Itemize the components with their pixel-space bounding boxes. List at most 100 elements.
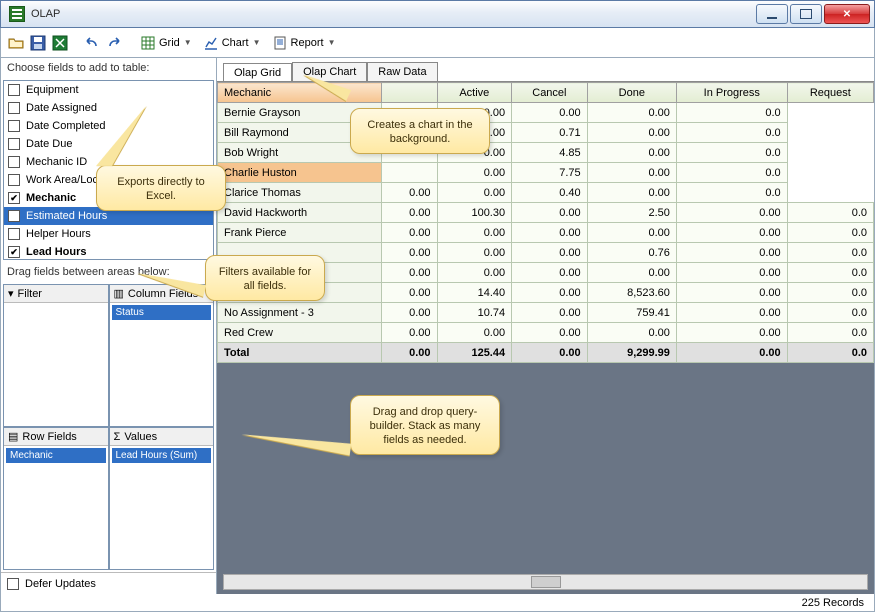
field-list-item[interactable]: Lead Hours (4, 243, 213, 260)
undo-icon[interactable] (83, 34, 101, 52)
table-row[interactable]: No Assignment - 30.0010.740.00759.410.00… (218, 303, 874, 323)
data-cell[interactable]: 0.0 (787, 223, 873, 243)
report-dropdown[interactable]: Report▼ (269, 34, 340, 52)
area-field-pill[interactable]: Lead Hours (Sum) (112, 448, 212, 463)
field-checkbox[interactable] (8, 84, 20, 96)
data-cell[interactable]: 0.00 (676, 323, 787, 343)
data-cell[interactable]: 0.00 (382, 263, 437, 283)
grid-dropdown[interactable]: Grid▼ (137, 34, 196, 52)
column-fields-area[interactable]: ▥Column Fields Status (109, 284, 215, 427)
data-cell[interactable]: 0.00 (676, 263, 787, 283)
open-icon[interactable] (7, 34, 25, 52)
data-cell[interactable]: 0.00 (437, 183, 512, 203)
column-header-cell[interactable] (382, 83, 437, 103)
field-checkbox[interactable] (8, 174, 20, 186)
table-row[interactable]: Bob Wright0.004.850.000.0 (218, 143, 874, 163)
table-row[interactable]: Clarice Thomas0.000.000.400.000.0 (218, 183, 874, 203)
chart-dropdown[interactable]: Chart▼ (200, 34, 265, 52)
table-row[interactable]: Bill Raymond0.000.710.000.0 (218, 123, 874, 143)
data-cell[interactable]: 0.00 (512, 263, 588, 283)
maximize-button[interactable] (790, 4, 822, 24)
data-cell[interactable]: 0.0 (676, 143, 787, 163)
field-checkbox[interactable] (8, 120, 20, 132)
table-row[interactable]: Charlie Huston0.007.750.000.0 (218, 163, 874, 183)
row-label-cell[interactable]: Clarice Thomas (218, 183, 382, 203)
field-checkbox[interactable] (8, 192, 20, 204)
data-cell[interactable]: 0.00 (587, 263, 676, 283)
data-cell[interactable]: 759.41 (587, 303, 676, 323)
data-cell[interactable]: 0.0 (676, 123, 787, 143)
data-cell[interactable]: 0.00 (382, 183, 437, 203)
data-cell[interactable]: 0.00 (382, 223, 437, 243)
data-cell[interactable]: 0.0 (676, 103, 787, 123)
data-cell[interactable]: 0.00 (512, 283, 588, 303)
data-cell[interactable]: 100.30 (437, 203, 512, 223)
data-cell[interactable]: 0.00 (382, 323, 437, 343)
defer-updates-row[interactable]: Defer Updates (1, 572, 216, 594)
table-row[interactable]: Bernie Grayson0.000.000.000.000.0 (218, 103, 874, 123)
data-cell[interactable]: 0.00 (437, 243, 512, 263)
column-header-cell[interactable]: Request (787, 83, 873, 103)
column-header-cell[interactable]: Active (437, 83, 512, 103)
titlebar[interactable]: OLAP (0, 0, 875, 28)
defer-updates-checkbox[interactable] (7, 578, 19, 590)
data-cell[interactable]: 0.00 (587, 183, 676, 203)
tab-olap-grid[interactable]: Olap Grid (223, 63, 292, 82)
filter-area[interactable]: ▾Filter (3, 284, 109, 427)
scrollbar-thumb[interactable] (531, 576, 561, 588)
data-cell[interactable]: 0.0 (787, 303, 873, 323)
data-cell[interactable]: 0.0 (787, 263, 873, 283)
data-cell[interactable] (382, 163, 437, 183)
data-cell[interactable]: 0.00 (512, 103, 588, 123)
data-cell[interactable]: 0.0 (676, 183, 787, 203)
data-cell[interactable]: 0.0 (676, 163, 787, 183)
data-cell[interactable]: 0.40 (512, 183, 588, 203)
row-label-cell[interactable]: No Assignment - 3 (218, 303, 382, 323)
field-checkbox[interactable] (8, 210, 20, 222)
data-cell[interactable]: 0.00 (587, 103, 676, 123)
data-cell[interactable]: 0.00 (512, 203, 588, 223)
values-area[interactable]: ΣValues Lead Hours (Sum) (109, 427, 215, 570)
data-cell[interactable]: 0.0 (787, 283, 873, 303)
data-cell[interactable]: 0.00 (437, 263, 512, 283)
data-cell[interactable]: 14.40 (437, 283, 512, 303)
row-fields-area[interactable]: ▤Row Fields Mechanic (3, 427, 109, 570)
row-label-cell[interactable]: Frank Pierce (218, 223, 382, 243)
data-cell[interactable]: 10.74 (437, 303, 512, 323)
row-label-cell[interactable]: Red Crew (218, 323, 382, 343)
row-label-cell[interactable]: Charlie Huston (218, 163, 382, 183)
field-checkbox[interactable] (8, 228, 20, 240)
table-row[interactable]: David Hackworth0.00100.300.002.500.000.0 (218, 203, 874, 223)
data-cell[interactable]: 0.00 (382, 283, 437, 303)
data-cell[interactable]: 7.75 (512, 163, 588, 183)
tab-raw-data[interactable]: Raw Data (367, 62, 437, 81)
data-cell[interactable]: 0.0 (787, 323, 873, 343)
field-list-item[interactable]: Helper Hours (4, 225, 213, 243)
data-cell[interactable]: 8,523.60 (587, 283, 676, 303)
area-field-pill[interactable]: Mechanic (6, 448, 106, 463)
minimize-button[interactable] (756, 4, 788, 24)
olap-grid[interactable]: MechanicActiveCancelDoneIn ProgressReque… (217, 82, 874, 363)
field-list-item[interactable]: Date Assigned (4, 99, 213, 117)
data-cell[interactable]: 0.0 (787, 243, 873, 263)
area-field-pill[interactable]: Status (112, 305, 212, 320)
data-cell[interactable]: 0.00 (437, 223, 512, 243)
data-cell[interactable]: 4.85 (512, 143, 588, 163)
data-cell[interactable]: 0.00 (512, 223, 588, 243)
data-cell[interactable]: 0.00 (676, 203, 787, 223)
field-checkbox[interactable] (8, 138, 20, 150)
data-cell[interactable]: 0.00 (382, 303, 437, 323)
data-cell[interactable]: 0.00 (676, 223, 787, 243)
row-label-cell[interactable]: David Hackworth (218, 203, 382, 223)
data-cell[interactable]: 0.00 (587, 223, 676, 243)
data-cell[interactable]: 0.00 (676, 283, 787, 303)
data-cell[interactable]: 0.00 (587, 323, 676, 343)
data-cell[interactable]: 0.00 (512, 303, 588, 323)
field-list-item[interactable]: Date Completed (4, 117, 213, 135)
data-cell[interactable]: 0.00 (587, 123, 676, 143)
data-cell[interactable]: 0.00 (587, 143, 676, 163)
redo-icon[interactable] (105, 34, 123, 52)
field-checkbox[interactable] (8, 102, 20, 114)
save-icon[interactable] (29, 34, 47, 52)
data-cell[interactable]: 0.00 (382, 203, 437, 223)
